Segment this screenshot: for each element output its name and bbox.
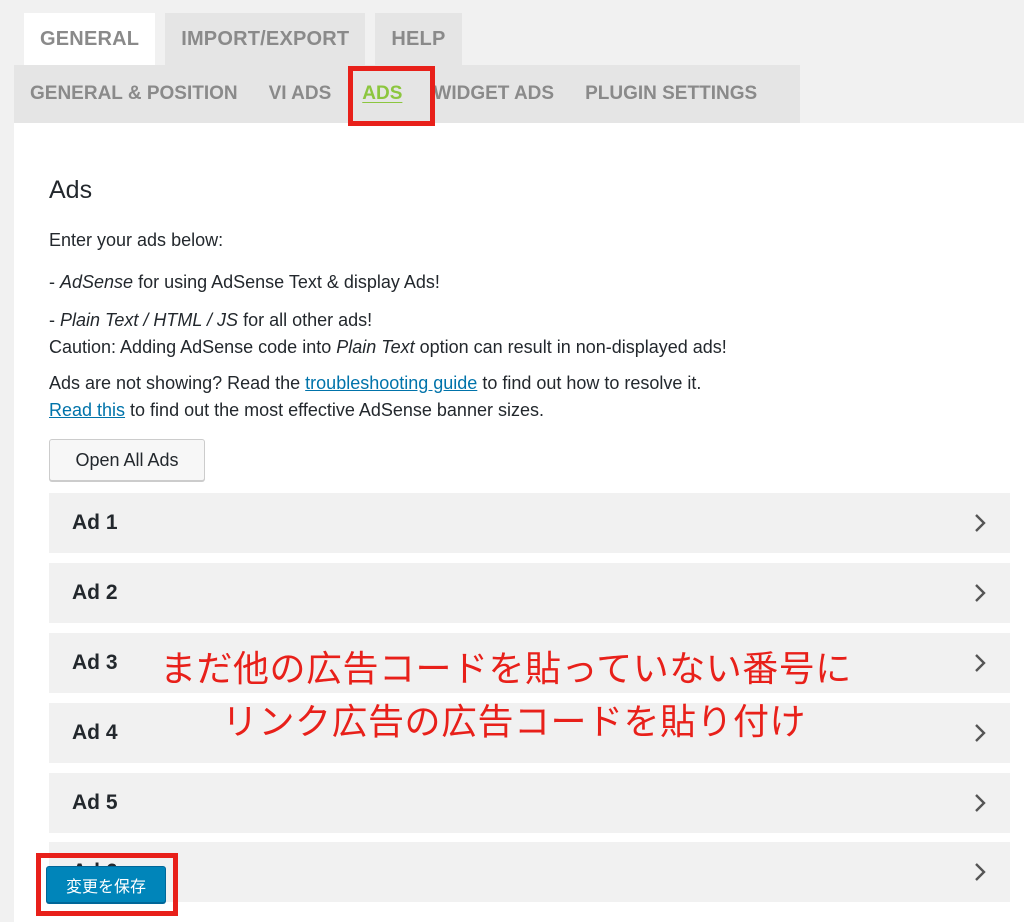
subtab-general-position[interactable]: GENERAL & POSITION xyxy=(30,83,238,105)
ad-row-label: Ad 3 xyxy=(72,651,118,674)
caution-pre: Caution: Adding AdSense code into xyxy=(49,337,337,357)
read-this-link[interactable]: Read this xyxy=(49,400,125,420)
intro-text: Enter your ads below: xyxy=(49,230,224,250)
read-this-line: Read this to find out the most effective… xyxy=(49,400,544,421)
subtab-ads[interactable]: ADS xyxy=(362,83,402,105)
troubleshoot-post: to find out how to resolve it. xyxy=(477,373,702,393)
plain-text-line: - Plain Text / HTML / JS for all other a… xyxy=(49,310,372,331)
troubleshoot-line: Ads are not showing? Read the troublesho… xyxy=(49,373,701,394)
ad-accordion-row[interactable]: Ad 1 xyxy=(49,493,1010,553)
section-title: Ads xyxy=(49,176,93,204)
ads-panel: Ads Enter your ads below: - AdSense for … xyxy=(14,123,1024,922)
tab-general[interactable]: GENERAL xyxy=(24,13,156,65)
chevron-right-icon xyxy=(975,654,986,672)
chevron-right-icon xyxy=(975,514,986,532)
adsense-emphasis: AdSense xyxy=(60,272,134,292)
read-this-post: to find out the most effective AdSense b… xyxy=(125,400,544,420)
open-all-ads-button[interactable]: Open All Ads xyxy=(49,439,205,481)
adsense-line: - AdSense for using AdSense Text & displ… xyxy=(49,272,440,293)
annotation-line-2: リンク広告の広告コードを貼り付け xyxy=(222,702,807,743)
chevron-right-icon xyxy=(975,724,986,742)
caution-post: option can result in non-displayed ads! xyxy=(414,337,727,357)
ad-row-label: Ad 4 xyxy=(72,721,118,744)
subtab-vi-ads[interactable]: VI ADS xyxy=(269,83,332,105)
plain-emphasis: Plain Text / HTML / JS xyxy=(60,310,239,330)
ad-accordion-row[interactable]: Ad 5 xyxy=(49,773,1010,833)
ad-row-label: Ad 1 xyxy=(72,511,118,534)
chevron-right-icon xyxy=(975,863,986,881)
tab-help[interactable]: HELP xyxy=(375,13,462,65)
top-tab-bar: GENERAL IMPORT/EXPORT HELP xyxy=(24,13,472,65)
adsense-rest: for using AdSense Text & display Ads! xyxy=(133,272,440,292)
sub-tab-bar: GENERAL & POSITION VI ADS ADS WIDGET ADS… xyxy=(14,65,800,123)
ad-accordion-row[interactable]: Ad 6 xyxy=(49,842,1010,902)
subtab-plugin-settings[interactable]: PLUGIN SETTINGS xyxy=(585,83,757,105)
troubleshoot-pre: Ads are not showing? Read the xyxy=(49,373,306,393)
settings-page: GENERAL IMPORT/EXPORT HELP GENERAL & POS… xyxy=(0,0,1024,922)
plain-prefix: - xyxy=(49,310,60,330)
save-changes-button[interactable]: 変更を保存 xyxy=(46,866,166,903)
adsense-prefix: - xyxy=(49,272,60,292)
plain-rest: for all other ads! xyxy=(238,310,373,330)
chevron-right-icon xyxy=(975,584,986,602)
ad-row-label: Ad 2 xyxy=(72,581,118,604)
chevron-right-icon xyxy=(975,794,986,812)
ad-accordion-row[interactable]: Ad 2 xyxy=(49,563,1010,623)
tab-import-export[interactable]: IMPORT/EXPORT xyxy=(165,13,366,65)
caution-line: Caution: Adding AdSense code into Plain … xyxy=(49,337,727,358)
ad-row-label: Ad 5 xyxy=(72,791,118,814)
annotation-line-1: まだ他の広告コードを貼っていない番号に xyxy=(160,649,852,690)
caution-emphasis: Plain Text xyxy=(336,337,415,357)
troubleshooting-guide-link[interactable]: troubleshooting guide xyxy=(305,373,477,393)
subtab-widget-ads[interactable]: WIDGET ADS xyxy=(433,83,554,105)
